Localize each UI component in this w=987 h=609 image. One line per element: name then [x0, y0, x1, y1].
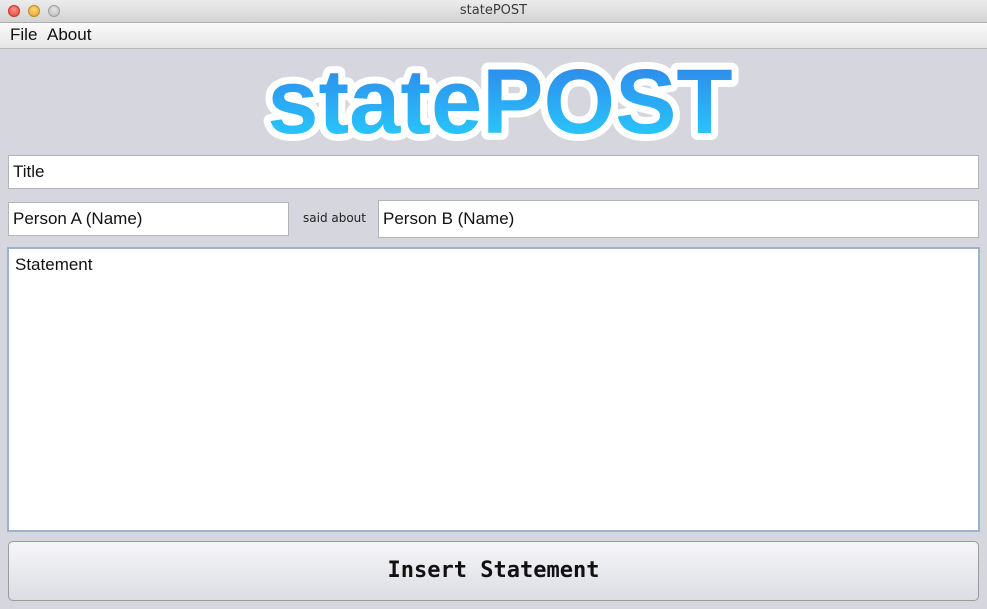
- logo-graphic: statePOST statePOST: [260, 44, 739, 160]
- person-a-input[interactable]: [8, 202, 289, 236]
- said-about-label: said about: [303, 211, 366, 225]
- app-window: statePOST File About statePOST statePOST…: [0, 0, 987, 609]
- menu-file[interactable]: File: [10, 25, 37, 45]
- app-logo: statePOST statePOST: [0, 44, 987, 160]
- insert-statement-button[interactable]: Insert Statement: [8, 541, 979, 601]
- logo-text-state: state: [267, 51, 482, 150]
- statement-textarea[interactable]: Statement: [7, 247, 980, 532]
- person-b-input[interactable]: [378, 200, 979, 238]
- logo-text-post: POST: [482, 51, 732, 150]
- menu-about[interactable]: About: [47, 25, 91, 45]
- title-bar[interactable]: statePOST: [0, 0, 987, 23]
- menu-bar: File About: [0, 23, 987, 49]
- window-title: statePOST: [459, 3, 528, 18]
- title-input[interactable]: [8, 155, 979, 189]
- logo-text: statePOST: [267, 51, 732, 150]
